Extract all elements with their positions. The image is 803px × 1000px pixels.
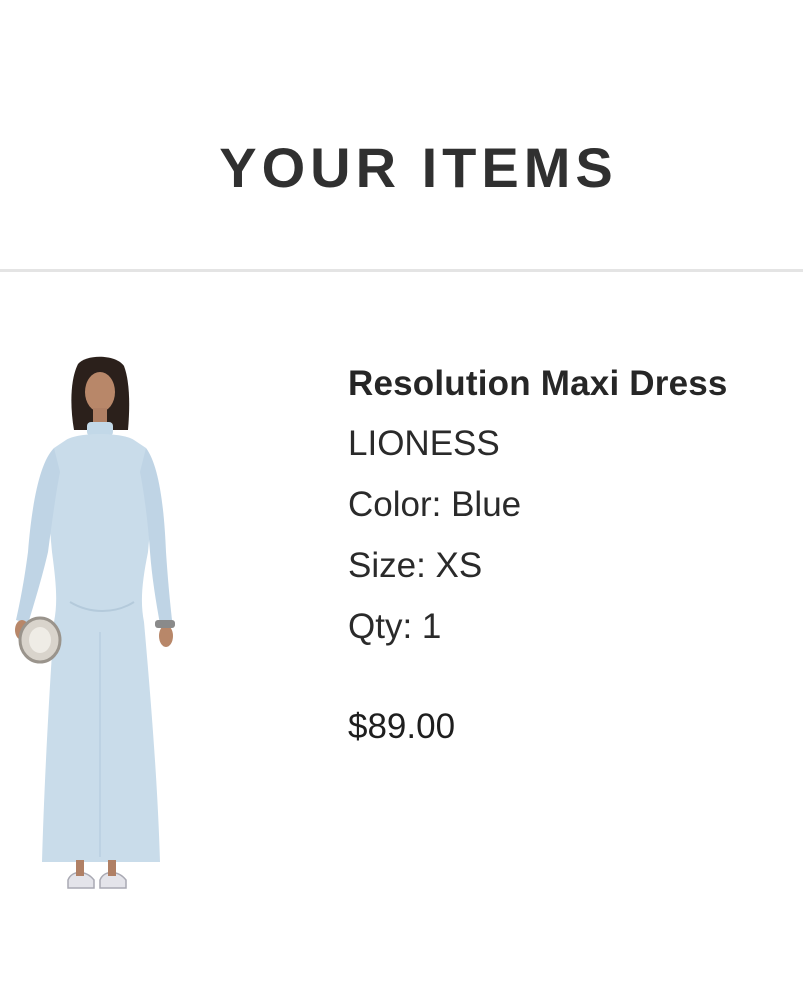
order-items-page: YOUR ITEMS Resolution Maxi Dress LIONESS…: [0, 0, 803, 1000]
item-details: Resolution Maxi Dress LIONESS Color: Blu…: [348, 360, 803, 751]
model-face: [85, 372, 115, 412]
product-size: Size: XS: [348, 546, 483, 585]
cart-item: Resolution Maxi Dress LIONESS Color: Blu…: [0, 272, 803, 1000]
product-price: $89.00: [348, 707, 456, 746]
product-brand: LIONESS: [348, 424, 500, 463]
product-quantity: Qty: 1: [348, 607, 442, 646]
page-title: YOUR ITEMS: [219, 136, 618, 199]
product-image[interactable]: [0, 352, 190, 912]
page-header: YOUR ITEMS: [0, 0, 803, 270]
product-color: Color: Blue: [348, 485, 522, 524]
product-name[interactable]: Resolution Maxi Dress: [348, 360, 803, 408]
